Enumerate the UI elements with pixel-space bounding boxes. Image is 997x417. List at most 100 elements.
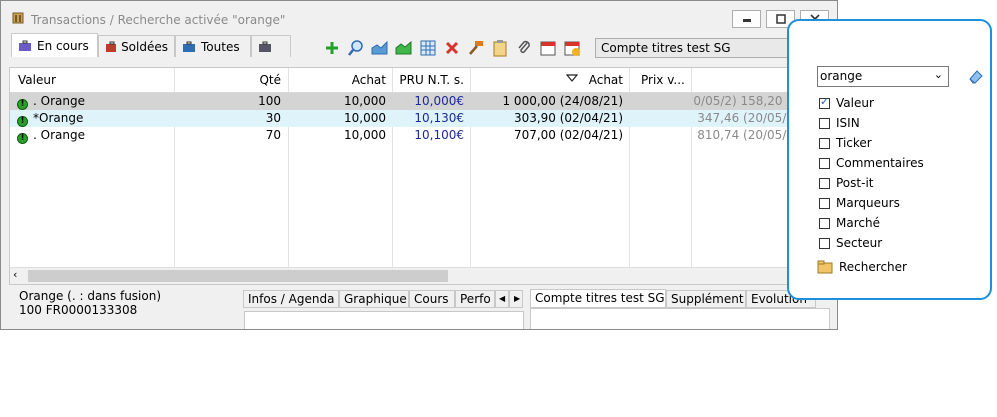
eraser-button[interactable] <box>967 67 985 88</box>
option-label: Post-it <box>836 176 874 190</box>
account-select[interactable]: Compte titres test SG ⌄ <box>595 38 805 58</box>
tab-compte-titres[interactable]: Compte titres test SG <box>530 289 666 308</box>
checkbox-valeur[interactable] <box>819 95 830 109</box>
option-valeur[interactable]: Valeur <box>819 94 874 112</box>
add-button[interactable] <box>323 39 341 57</box>
header-achat[interactable]: Achat <box>289 73 386 87</box>
hammer-icon <box>469 41 483 55</box>
cell-qte: 30 <box>265 111 281 125</box>
option-label: Ticker <box>836 136 872 150</box>
detail-panel <box>244 311 524 329</box>
table-row[interactable]: ! *Orange 30 10,000 10,130€ 303,90 (02/0… <box>10 110 794 127</box>
window-title: Transactions / Recherche activée "orange… <box>31 13 286 27</box>
tab-other[interactable] <box>251 35 291 57</box>
cell-valeur: . Orange <box>33 128 85 142</box>
tab-label: En cours <box>37 38 89 53</box>
tab-label: Toutes <box>201 39 240 54</box>
cell-pru: 10,100€ <box>414 128 464 142</box>
header-valeur[interactable]: Valeur <box>18 73 56 87</box>
calendar-alert-icon <box>564 41 580 56</box>
briefcase-icon <box>259 41 271 52</box>
option-label: Valeur <box>836 96 874 110</box>
option-isin[interactable]: ISIN <box>819 114 860 132</box>
header-achat-date[interactable]: Achat <box>471 73 623 87</box>
account-select-value: Compte titres test SG <box>601 41 731 55</box>
checkbox-commentaires[interactable] <box>819 157 830 169</box>
option-ticker[interactable]: Ticker <box>819 134 872 152</box>
header-qte[interactable]: Qté <box>175 73 281 87</box>
cell-qte: 100 <box>258 94 281 108</box>
status-icon: ! <box>17 95 28 110</box>
checkbox-marqueurs[interactable] <box>819 197 830 209</box>
table-row[interactable]: ! . Orange 100 10,000 10,000€ 1 000,00 (… <box>10 93 794 110</box>
transactions-grid: Valeur Qté Achat PRU N.T. s. Achat Prix … <box>9 67 795 285</box>
chart-blue-button[interactable] <box>371 39 389 57</box>
cell-achat-date: 303,90 (02/04/21) <box>513 111 623 125</box>
option-commentaires[interactable]: Commentaires <box>819 154 924 172</box>
chart-green-icon <box>395 40 412 55</box>
cell-valeur: . Orange <box>33 94 85 108</box>
calendar-button[interactable] <box>539 39 557 57</box>
status-icon: ! <box>17 129 28 144</box>
checkbox-post-it[interactable] <box>819 177 830 189</box>
tab-infos-agenda[interactable]: Infos / Agenda <box>243 290 339 308</box>
plus-icon <box>326 42 338 54</box>
option-secteur[interactable]: Secteur <box>819 234 882 252</box>
eraser-icon <box>969 70 983 84</box>
calendar-alert-button[interactable] <box>563 39 581 57</box>
chevron-left-icon[interactable]: ‹ <box>13 268 17 281</box>
maximize-icon <box>775 14 786 24</box>
cell-achat-date: 707,00 (02/04/21) <box>513 128 623 142</box>
folder-search-icon <box>817 260 833 274</box>
cell-qte: 70 <box>265 128 281 142</box>
attach-button[interactable] <box>515 39 533 57</box>
search-input[interactable]: orange ⌄ <box>817 66 949 87</box>
grid-header: Valeur Qté Achat PRU N.T. s. Achat Prix … <box>10 68 794 93</box>
horizontal-scrollbar[interactable]: ‹ <box>10 267 794 284</box>
chevron-down-icon[interactable]: ⌄ <box>934 68 943 81</box>
hammer-button[interactable] <box>467 39 485 57</box>
scrollbar-thumb[interactable] <box>28 270 448 282</box>
tab-soldees[interactable]: Soldées <box>98 35 175 57</box>
tabs-scroll-left[interactable]: ◀ <box>495 290 509 308</box>
table-button[interactable] <box>419 39 437 57</box>
tab-supplement[interactable]: Supplément <box>666 290 746 308</box>
zoom-button[interactable] <box>347 39 365 57</box>
briefcase-red-icon <box>106 41 117 52</box>
minimize-button[interactable] <box>732 10 761 28</box>
minimize-icon <box>742 19 751 22</box>
tab-en-cours[interactable]: En cours <box>11 33 98 57</box>
app-icon <box>11 11 25 28</box>
tabs-scroll-right[interactable]: ▶ <box>509 290 523 308</box>
tab-graphique[interactable]: Graphique <box>339 290 409 308</box>
triangle-right-icon: ▶ <box>514 294 521 303</box>
tab-cours[interactable]: Cours <box>409 290 455 308</box>
cell-achat-date: 1 000,00 (24/08/21) <box>502 94 623 108</box>
delete-button[interactable] <box>443 39 461 57</box>
search-button[interactable]: Rechercher <box>817 258 907 276</box>
option-marche[interactable]: Marché <box>819 214 880 232</box>
checkbox-marche[interactable] <box>819 217 830 229</box>
checkbox-isin[interactable] <box>819 117 830 129</box>
header-prix[interactable]: Prix v... <box>641 73 685 87</box>
clipboard-button[interactable] <box>491 39 509 57</box>
option-label: Marché <box>836 216 880 230</box>
option-marqueurs[interactable]: Marqueurs <box>819 194 900 212</box>
cell-prix: 810,74 (20/05/2 <box>697 128 794 142</box>
header-pru[interactable]: PRU N.T. s. <box>393 73 464 87</box>
tab-label: Soldées <box>121 39 168 54</box>
search-button-label: Rechercher <box>839 260 907 274</box>
cell-pru: 10,130€ <box>414 111 464 125</box>
table-icon <box>420 40 436 56</box>
clipboard-icon <box>493 40 507 57</box>
transactions-window: Transactions / Recherche activée "orange… <box>0 0 838 330</box>
chart-green-button[interactable] <box>395 39 413 57</box>
option-post-it[interactable]: Post-it <box>819 174 873 192</box>
checkbox-secteur[interactable] <box>819 237 830 249</box>
table-row[interactable]: ! . Orange 70 10,000 10,100€ 707,00 (02/… <box>10 127 794 144</box>
tab-perfo[interactable]: Perfo <box>455 290 495 308</box>
checkbox-ticker[interactable] <box>819 137 830 149</box>
cell-pru: 10,000€ <box>414 94 464 108</box>
tab-toutes[interactable]: Toutes <box>175 35 251 57</box>
option-label: Marqueurs <box>836 196 900 210</box>
